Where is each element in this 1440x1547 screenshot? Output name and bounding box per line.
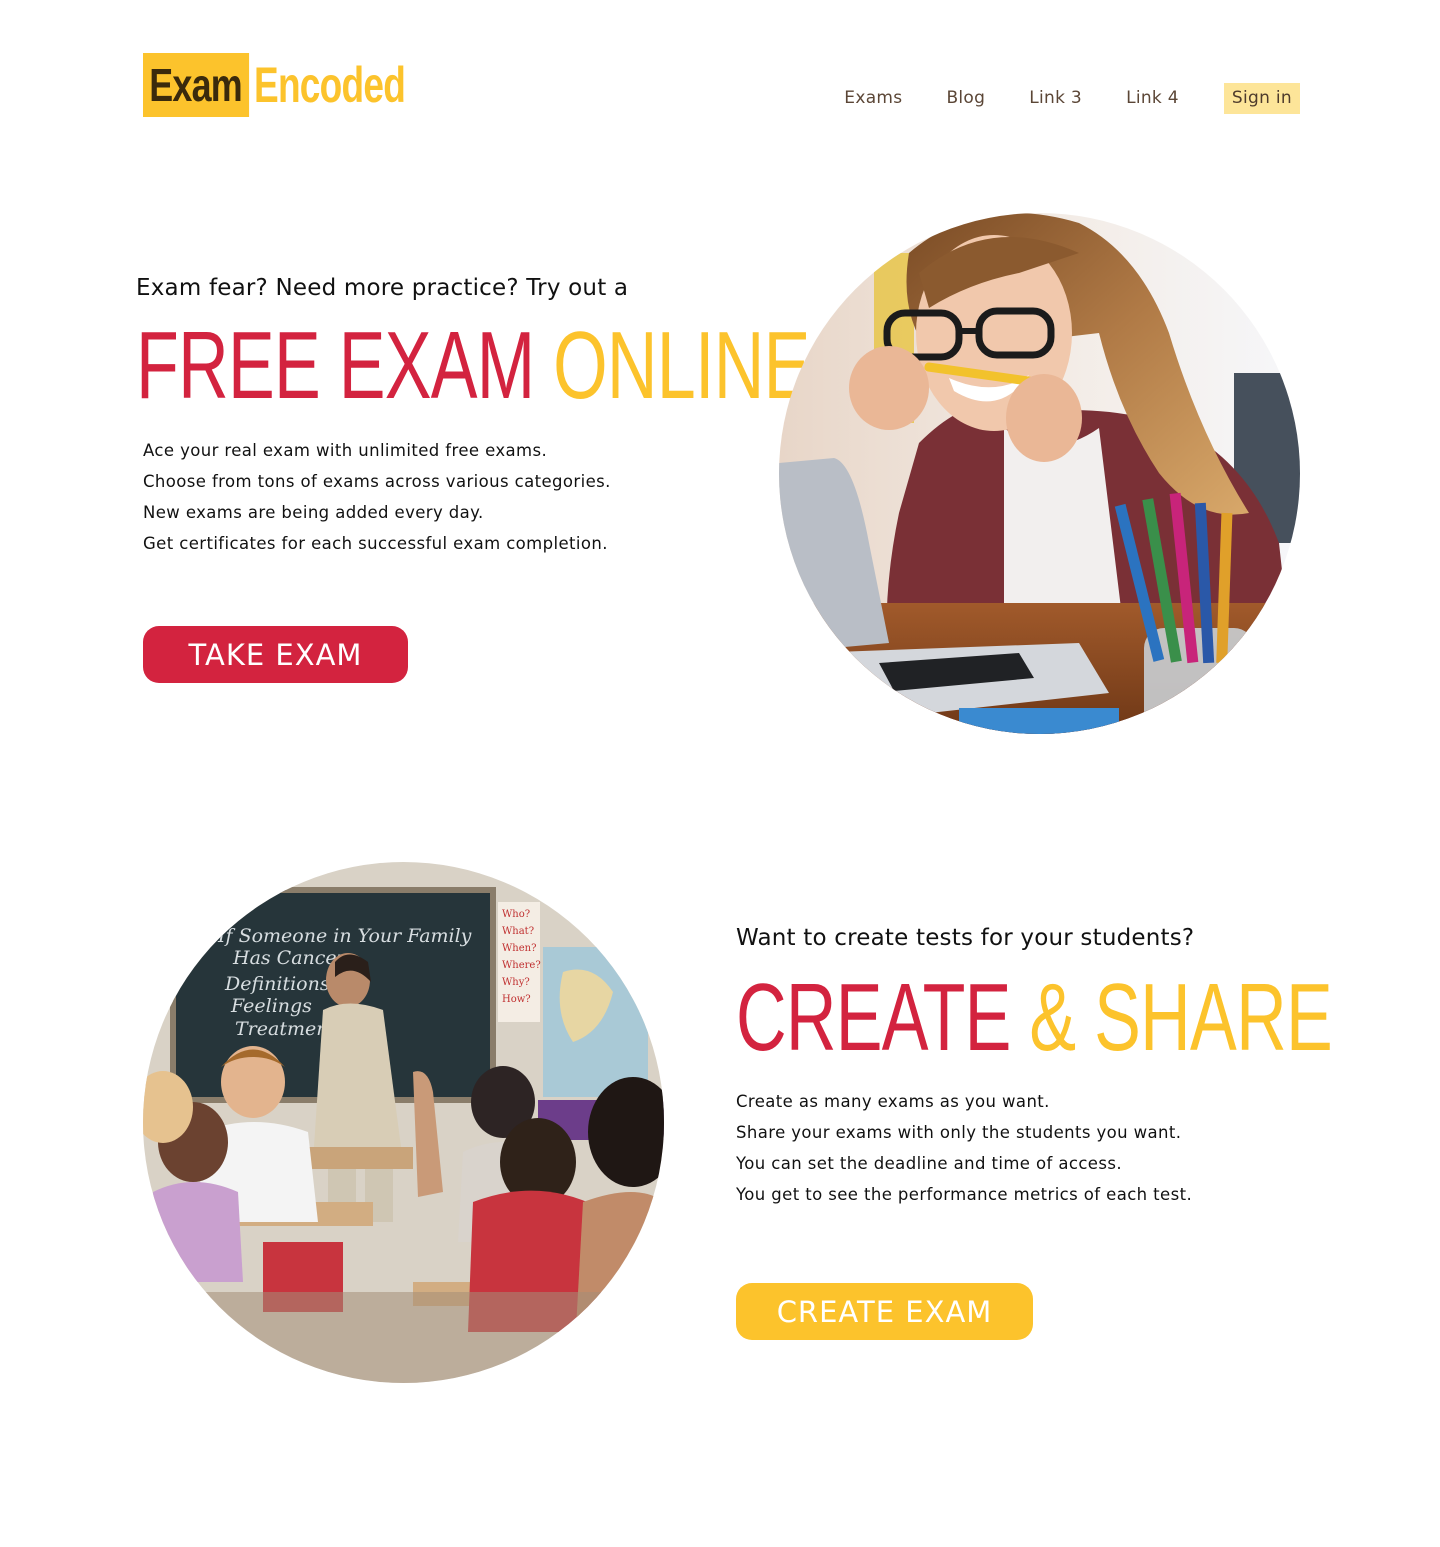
hero-headline-gold: ONLINE — [553, 312, 810, 419]
classroom-illustration: If Someone in Your Family Has Cancer Def… — [143, 862, 664, 1383]
logo[interactable]: Exam Encoded — [143, 53, 458, 117]
classroom-photo: If Someone in Your Family Has Cancer Def… — [143, 862, 664, 1383]
logo-exam: Exam — [143, 53, 249, 117]
hero-headline-red: FREE EXAM — [136, 312, 535, 419]
list-item: Ace your real exam with unlimited free e… — [143, 441, 548, 460]
blackboard-text: If Someone in Your Family — [217, 925, 472, 947]
list-item: You can set the deadline and time of acc… — [736, 1154, 1122, 1173]
nav-link-4[interactable]: Link 4 — [1126, 83, 1179, 114]
student-photo — [779, 213, 1300, 734]
hero-eyebrow: Exam fear? Need more practice? Try out a — [136, 275, 629, 301]
list-item: You get to see the performance metrics o… — [736, 1185, 1193, 1204]
create-exam-button[interactable]: CREATE EXAM — [736, 1283, 1033, 1340]
list-item: Share your exams with only the students … — [736, 1123, 1182, 1142]
list-item: New exams are being added every day. — [143, 503, 484, 522]
hero-feature-list: Ace your real exam with unlimited free e… — [143, 435, 611, 559]
side-card-text: Where? — [502, 960, 541, 971]
blackboard-text: Feelings — [230, 995, 312, 1017]
create-headline-red: CREATE — [736, 964, 1011, 1071]
side-card-text: How? — [502, 994, 531, 1005]
blackboard-text: Definitions — [224, 973, 330, 995]
create-feature-list: Create as many exams as you want. Share … — [736, 1086, 1192, 1210]
take-exam-button[interactable]: TAKE EXAM — [143, 626, 408, 683]
student-illustration — [779, 213, 1300, 734]
side-card-text: Who? — [502, 909, 530, 920]
list-item: Create as many exams as you want. — [736, 1092, 1050, 1111]
side-card-text: Why? — [502, 977, 530, 988]
nav-link-blog[interactable]: Blog — [946, 83, 985, 114]
side-card-text: What? — [502, 926, 534, 937]
blackboard-text: Treatment — [235, 1018, 336, 1040]
create-headline: CREATE & SHARE — [736, 970, 1333, 1066]
nav-link-exams[interactable]: Exams — [844, 83, 902, 114]
main-nav: Exams Blog Link 3 Link 4 Sign in — [800, 83, 1300, 114]
create-eyebrow: Want to create tests for your students? — [736, 925, 1195, 951]
list-item: Get certificates for each successful exa… — [143, 534, 608, 553]
list-item: Choose from tons of exams across various… — [143, 472, 611, 491]
hero-headline: FREE EXAM ONLINE — [136, 318, 810, 414]
sign-in-link[interactable]: Sign in — [1223, 83, 1300, 114]
logo-encoded: Encoded — [253, 57, 406, 113]
create-headline-gold: & SHARE — [1029, 964, 1332, 1071]
side-card-text: When? — [502, 943, 536, 954]
nav-link-3[interactable]: Link 3 — [1029, 83, 1082, 114]
